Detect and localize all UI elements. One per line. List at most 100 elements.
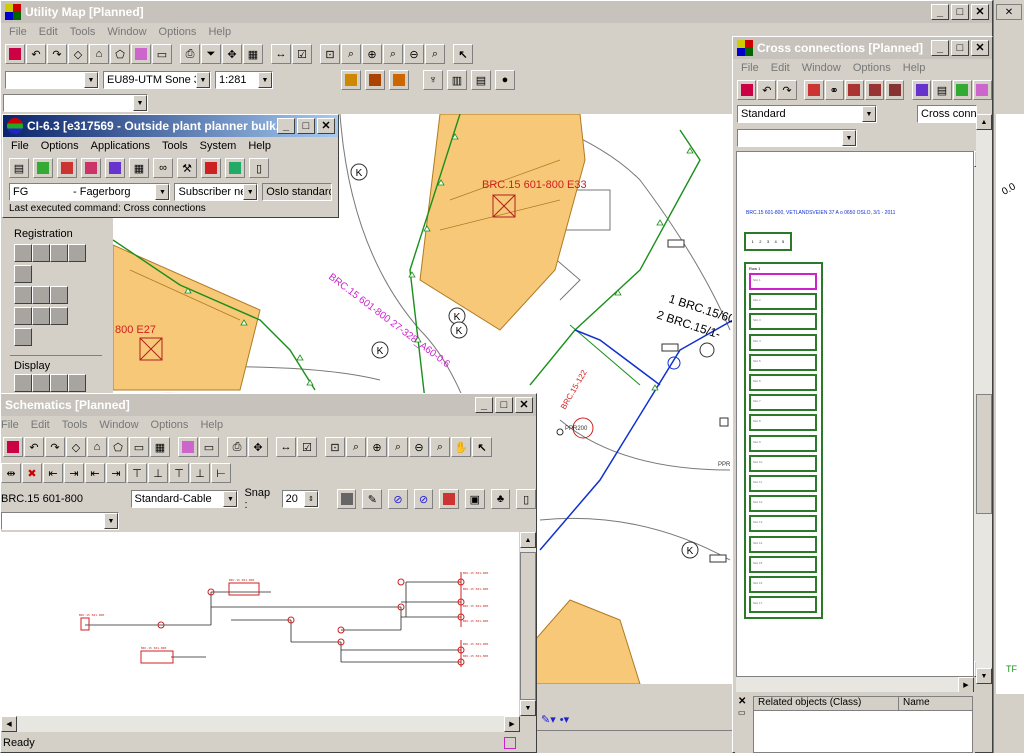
zoom-prev-icon[interactable]: ⌕ bbox=[425, 44, 445, 64]
display-button[interactable] bbox=[68, 374, 86, 392]
schematics-minimize-button[interactable]: _ bbox=[475, 397, 493, 413]
related-collapse-icon[interactable]: ▭ bbox=[738, 708, 746, 717]
tool-a-icon[interactable]: ♆ bbox=[423, 70, 443, 90]
cc-tab[interactable]: 1 bbox=[752, 239, 754, 244]
cc-slot[interactable]: Slot 7 bbox=[749, 394, 817, 412]
sch-menu-window[interactable]: Window bbox=[93, 419, 144, 431]
print-icon[interactable]: ⎙ bbox=[180, 44, 200, 64]
sch-snap-input[interactable]: 20 ⇕ bbox=[281, 490, 319, 508]
sch-disconnect-icon[interactable]: ✖ bbox=[22, 463, 42, 483]
cc-slot[interactable]: Slot 10 bbox=[749, 454, 817, 472]
tool-c-icon[interactable]: ▤ bbox=[471, 70, 491, 90]
sch-zoom-window-icon[interactable]: ⊡ bbox=[325, 437, 345, 457]
cross-connect-icon[interactable] bbox=[201, 158, 221, 178]
sch-zoom-prev-icon[interactable]: ⌕ bbox=[430, 437, 450, 457]
sch-align-5-icon[interactable]: ⊤ bbox=[127, 463, 147, 483]
sch-zoom-icon[interactable]: ⌕ bbox=[388, 437, 408, 457]
sch-fill-icon[interactable] bbox=[336, 489, 357, 509]
sch-save-icon[interactable] bbox=[3, 437, 23, 457]
cc-tab[interactable]: 4 bbox=[774, 239, 776, 244]
scroll-up-icon[interactable]: ▲ bbox=[520, 532, 536, 548]
reg-button[interactable] bbox=[14, 307, 32, 325]
cc-tab[interactable]: 2 bbox=[759, 239, 761, 244]
related-col-class[interactable]: Related objects (Class) bbox=[754, 697, 899, 710]
scale-select[interactable]: 1:281 ▼ bbox=[215, 71, 273, 89]
scroll-down-icon[interactable]: ▼ bbox=[520, 700, 536, 716]
reg-button[interactable] bbox=[32, 307, 50, 325]
menu-help[interactable]: Help bbox=[202, 26, 237, 38]
filter-icon[interactable]: ⏷ bbox=[201, 44, 221, 64]
sch-tree-icon[interactable]: ♣ bbox=[490, 489, 511, 509]
binoculars-icon[interactable]: ∞ bbox=[153, 158, 173, 178]
schematics-close-button[interactable]: ✕ bbox=[515, 397, 533, 413]
cc-maximize-button[interactable]: □ bbox=[951, 40, 969, 56]
zoom-box-icon[interactable]: ⌕ bbox=[341, 44, 361, 64]
cc-palette-icon[interactable] bbox=[912, 80, 932, 100]
sch-redo-icon[interactable]: ↷ bbox=[45, 437, 65, 457]
sch-measure-icon[interactable]: ↔ bbox=[276, 437, 296, 457]
cc-jumper-icon[interactable] bbox=[844, 80, 864, 100]
cc-slot[interactable]: Slot 1 bbox=[749, 273, 817, 290]
cc-link-icon[interactable]: ⚭ bbox=[824, 80, 844, 100]
schematics-titlebar[interactable]: Schematics [Planned] _ □ ✕ bbox=[1, 394, 536, 416]
display-button[interactable] bbox=[14, 374, 32, 392]
sch-menu-tools[interactable]: Tools bbox=[56, 419, 94, 431]
cc-save-icon[interactable] bbox=[737, 80, 757, 100]
close-button[interactable]: ✕ bbox=[971, 4, 989, 20]
network-icon[interactable] bbox=[57, 158, 77, 178]
cc-slot[interactable]: Slot 11 bbox=[749, 475, 817, 492]
sch-check-icon[interactable]: ☑ bbox=[297, 437, 317, 457]
cc-connect-icon[interactable] bbox=[804, 80, 824, 100]
filter-select[interactable]: ▼ bbox=[3, 94, 148, 112]
sch-align-6-icon[interactable]: ⊥ bbox=[148, 463, 168, 483]
sch-vscroll[interactable]: ▲ ▼ bbox=[520, 532, 536, 716]
redo-icon[interactable]: ↷ bbox=[47, 44, 67, 64]
undo-icon[interactable]: ↶ bbox=[26, 44, 46, 64]
sch-align-2-icon[interactable]: ⇥ bbox=[64, 463, 84, 483]
cc-close-button[interactable]: ✕ bbox=[971, 40, 989, 56]
cc-menu-file[interactable]: File bbox=[735, 62, 765, 74]
ci-minimize-button[interactable]: _ bbox=[277, 118, 295, 134]
point-style-icon[interactable]: •▾ bbox=[560, 713, 569, 726]
display-button[interactable] bbox=[50, 374, 68, 392]
edit-shape-icon[interactable]: ⬠ bbox=[110, 44, 130, 64]
scroll-left-icon[interactable]: ◀ bbox=[1, 716, 17, 732]
schematic-icon[interactable] bbox=[81, 158, 101, 178]
ci-menu-applications[interactable]: Applications bbox=[85, 140, 156, 152]
cc-menu-options[interactable]: Options bbox=[847, 62, 897, 74]
coord-system-select[interactable]: EU89-UTM Sone 33 ▼ bbox=[103, 71, 211, 89]
map-label-brc-e27[interactable]: 800 E27 bbox=[115, 324, 156, 336]
main-vscroll[interactable]: ▲ ▼ bbox=[976, 114, 992, 684]
cc-jumper2-icon[interactable] bbox=[864, 80, 885, 100]
cc-scroll-right-icon[interactable]: ▶ bbox=[958, 677, 974, 693]
cc-slot[interactable]: Slot 5 bbox=[749, 353, 817, 371]
menu-options[interactable]: Options bbox=[153, 26, 203, 38]
layer-select[interactable]: ▼ bbox=[5, 71, 99, 89]
cc-redo-icon[interactable]: ↷ bbox=[777, 80, 797, 100]
table-icon[interactable]: ▦ bbox=[129, 158, 149, 178]
cc-slot[interactable]: Slot 3 bbox=[749, 313, 817, 331]
route-icon[interactable] bbox=[225, 158, 245, 178]
cc-slot[interactable]: Slot 17 bbox=[749, 596, 817, 614]
cc-slot[interactable]: Slot 12 bbox=[749, 495, 817, 513]
record-icon[interactable]: ● bbox=[495, 70, 515, 90]
zoom-in-icon[interactable]: ⊕ bbox=[362, 44, 382, 64]
sch-pointer-icon[interactable]: ↖ bbox=[472, 437, 492, 457]
cc-slot[interactable]: Slot 2 bbox=[749, 293, 817, 311]
network-select[interactable]: Subscriber netwo ▼ bbox=[174, 183, 259, 201]
grid-icon[interactable]: ▦ bbox=[243, 44, 263, 64]
zoom-out-icon[interactable]: ⊖ bbox=[404, 44, 424, 64]
cc-slot[interactable]: Slot 9 bbox=[749, 434, 817, 452]
sch-layer-icon[interactable] bbox=[178, 437, 198, 457]
document-icon[interactable]: ▤ bbox=[9, 158, 29, 178]
reg-button[interactable] bbox=[14, 286, 32, 304]
sch-label-icon[interactable]: ▭ bbox=[199, 437, 219, 457]
select-area-icon[interactable]: ◇ bbox=[68, 44, 88, 64]
ci-close-button[interactable]: ✕ bbox=[317, 118, 335, 134]
edit-tool-2-icon[interactable] bbox=[365, 70, 385, 90]
zoom-window-icon[interactable]: ⊡ bbox=[320, 44, 340, 64]
line-style-icon[interactable]: ✎▾ bbox=[541, 713, 556, 726]
sch-shape1-icon[interactable]: ◇ bbox=[66, 437, 86, 457]
cc-standard-select[interactable]: Standard ▼ bbox=[737, 105, 877, 123]
cc-tab-strip[interactable]: 1 2 3 4 5 bbox=[744, 232, 792, 251]
